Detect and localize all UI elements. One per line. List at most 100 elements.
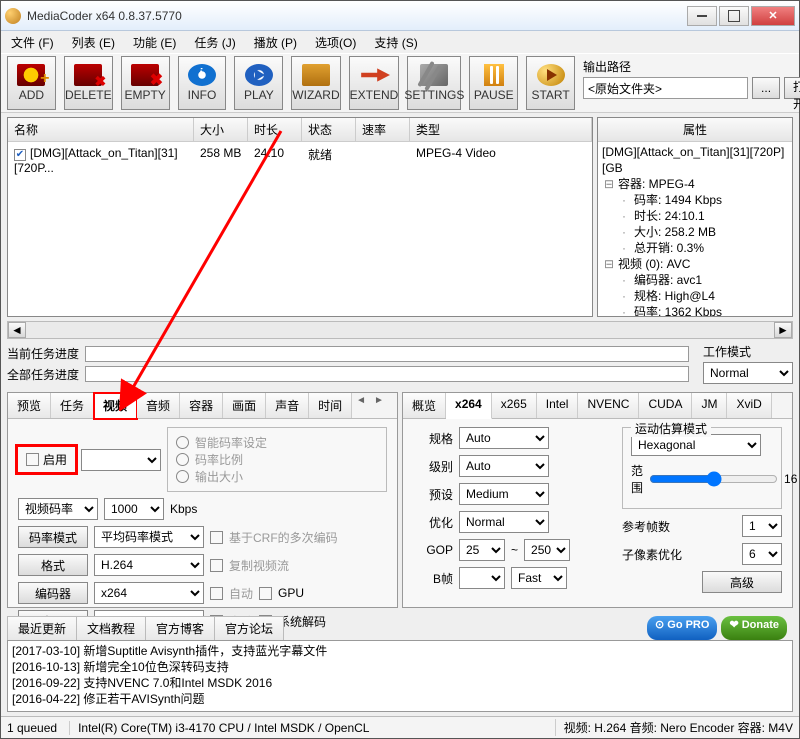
current-progress-label: 当前任务进度 [7, 345, 79, 362]
gopro-button[interactable]: ⊙ Go PRO [647, 616, 717, 640]
output-path-group: 输出路径 ... 打开 [583, 56, 793, 99]
ref-select[interactable]: 1 [742, 515, 782, 537]
right-panel: 概览 x264 x265 Intel NVENC CUDA JM XviD 规格… [402, 392, 793, 608]
col-type[interactable]: 类型 [410, 118, 592, 141]
add-button[interactable]: ADD [7, 56, 56, 110]
tab-nav-left[interactable]: ◄ [352, 393, 370, 418]
tab-jm[interactable]: JM [692, 393, 727, 418]
tab-x265[interactable]: x265 [492, 393, 537, 418]
gpu-checkbox[interactable] [259, 587, 272, 600]
spec-select[interactable]: Auto [459, 427, 549, 449]
tab-x264[interactable]: x264 [446, 393, 492, 419]
news-list[interactable]: [2017-03-10] 新增Suptitle Avisynth插件，支持蓝光字… [7, 640, 793, 712]
bitrate-mode-select[interactable]: 视频码率 [18, 498, 98, 520]
subpix-select[interactable]: 6 [742, 543, 782, 565]
play-button[interactable]: PLAY [234, 56, 283, 110]
close-button[interactable] [751, 6, 795, 26]
auto1-checkbox[interactable] [210, 587, 223, 600]
format-select[interactable]: H.264 [94, 554, 204, 576]
btab-blog[interactable]: 官方博客 [145, 616, 215, 640]
menu-support[interactable]: 支持 (S) [368, 32, 423, 53]
output-path-input[interactable] [583, 77, 748, 99]
delete-button[interactable]: DELETE [64, 56, 113, 110]
menu-options[interactable]: 选项(O) [309, 32, 362, 53]
tab-intel[interactable]: Intel [537, 393, 579, 418]
start-button[interactable]: START [526, 56, 575, 110]
pause-button[interactable]: PAUSE [469, 56, 518, 110]
btab-forum[interactable]: 官方论坛 [214, 616, 284, 640]
menu-file[interactable]: 文件 (F) [5, 32, 60, 53]
btab-recent[interactable]: 最近更新 [7, 616, 77, 640]
add-icon [17, 64, 45, 86]
donate-button[interactable]: ❤ Donate [721, 616, 787, 640]
browse-button[interactable]: ... [752, 77, 780, 99]
rate-mode-button[interactable]: 码率模式 [18, 526, 88, 548]
tab-video[interactable]: 视频 [94, 393, 137, 419]
menu-task[interactable]: 任务 (J) [188, 32, 241, 53]
btab-docs[interactable]: 文档教程 [76, 616, 146, 640]
radio-ratio[interactable] [176, 453, 189, 466]
menu-play[interactable]: 播放 (P) [248, 32, 303, 53]
tab-audio[interactable]: 音频 [137, 393, 180, 418]
crf-checkbox[interactable] [210, 531, 223, 544]
settings-button[interactable]: SETTINGS [407, 56, 461, 110]
tab-preview[interactable]: 预览 [8, 393, 51, 418]
titlebar[interactable]: MediaCoder x64 0.8.37.5770 [1, 1, 799, 31]
info-button[interactable]: INFO [178, 56, 227, 110]
radio-size[interactable] [176, 470, 189, 483]
output-path-label: 输出路径 [583, 58, 793, 75]
me-select[interactable]: Hexagonal [631, 434, 761, 456]
horizontal-scrollbar[interactable]: ◄ ► [7, 321, 793, 339]
prop-line: 规格: High@L4 [602, 288, 788, 304]
play-icon [245, 64, 273, 86]
copy-stream-checkbox[interactable] [210, 559, 223, 572]
col-duration[interactable]: 时长 [248, 118, 302, 141]
enable-checkbox[interactable] [26, 453, 39, 466]
tab-picture[interactable]: 画面 [223, 393, 266, 418]
enable-select[interactable] [81, 449, 161, 471]
tab-overview[interactable]: 概览 [403, 393, 446, 418]
tab-time[interactable]: 时间 [309, 393, 352, 418]
news-item: [2017-03-10] 新增Suptitle Avisynth插件，支持蓝光字… [12, 643, 788, 659]
rate-mode-select[interactable]: 平均码率模式 [94, 526, 204, 548]
radio-intelligent[interactable] [176, 436, 189, 449]
gop-min-select[interactable]: 25 [459, 539, 505, 561]
col-rate[interactable]: 速率 [356, 118, 410, 141]
extend-button[interactable]: EXTEND [349, 56, 400, 110]
menu-function[interactable]: 功能 (E) [127, 32, 182, 53]
col-size[interactable]: 大小 [194, 118, 248, 141]
minimize-button[interactable] [687, 6, 717, 26]
enable-video-group: 启用 [18, 447, 75, 472]
empty-button[interactable]: EMPTY [121, 56, 170, 110]
advanced-button[interactable]: 高级 [702, 571, 782, 593]
scroll-left-icon[interactable]: ◄ [8, 322, 26, 338]
range-slider[interactable] [649, 471, 778, 487]
menu-list[interactable]: 列表 (E) [66, 32, 121, 53]
workmode-select[interactable]: Normal [703, 362, 793, 384]
tab-nvenc[interactable]: NVENC [578, 393, 639, 418]
tab-cuda[interactable]: CUDA [639, 393, 692, 418]
file-list-header: 名称 大小 时长 状态 速率 类型 [8, 118, 592, 142]
preset-select[interactable]: Medium [459, 483, 549, 505]
format-button[interactable]: 格式 [18, 554, 88, 576]
tab-nav-right[interactable]: ► [370, 393, 388, 418]
level-select[interactable]: Auto [459, 455, 549, 477]
col-name[interactable]: 名称 [8, 118, 194, 141]
bitrate-value-select[interactable]: 1000 [104, 498, 164, 520]
tab-container[interactable]: 容器 [180, 393, 223, 418]
bframe-select[interactable] [459, 567, 505, 589]
col-status[interactable]: 状态 [302, 118, 356, 141]
gop-max-select[interactable]: 250 [524, 539, 570, 561]
tab-task[interactable]: 任务 [51, 393, 94, 418]
opt-select[interactable]: Normal [459, 511, 549, 533]
bframe-mode-select[interactable]: Fast [511, 567, 567, 589]
file-row[interactable]: ✔[DMG][Attack_on_Titan][31][720P... 258 … [8, 142, 592, 179]
encoder-button[interactable]: 编码器 [18, 582, 88, 604]
wizard-button[interactable]: WIZARD [291, 56, 340, 110]
tab-sound[interactable]: 声音 [266, 393, 309, 418]
encoder-select[interactable]: x264 [94, 582, 204, 604]
open-button[interactable]: 打开 [784, 77, 800, 99]
scroll-right-icon[interactable]: ► [774, 322, 792, 338]
tab-xvid[interactable]: XviD [727, 393, 771, 418]
maximize-button[interactable] [719, 6, 749, 26]
